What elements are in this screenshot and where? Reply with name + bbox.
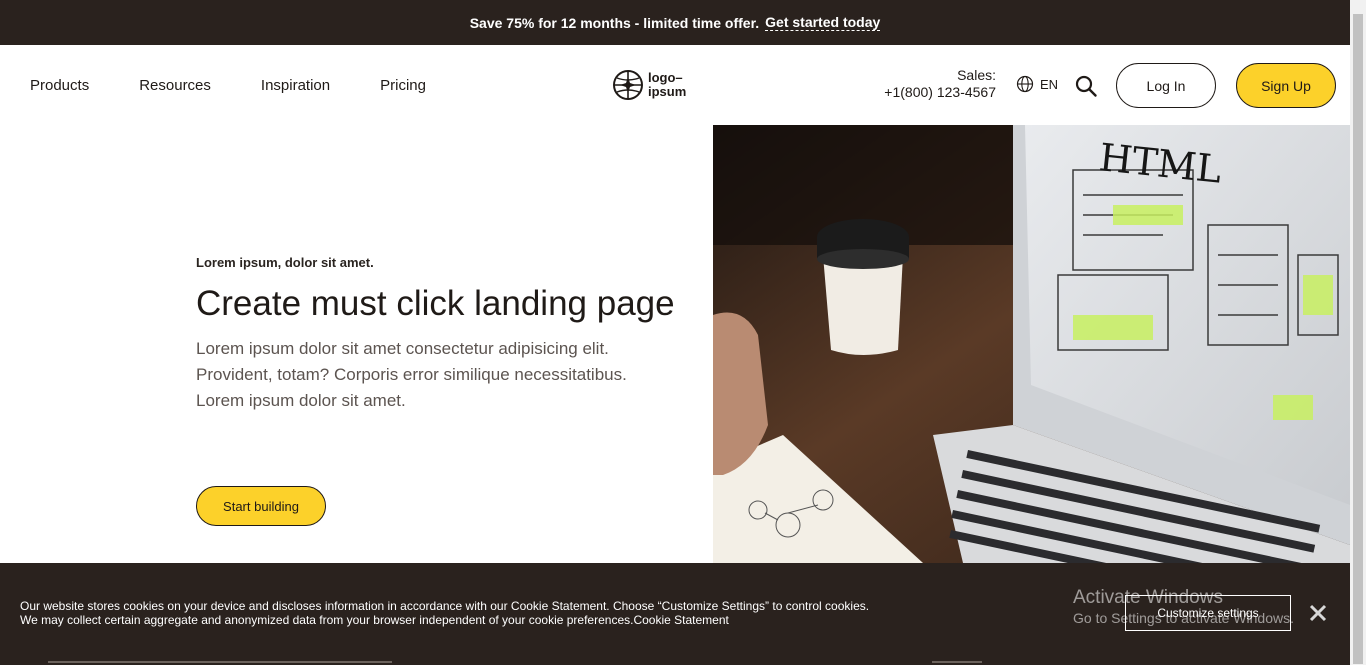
- search-icon: [1075, 75, 1097, 97]
- close-icon: [1309, 604, 1327, 622]
- cookie-divider-left: [48, 661, 392, 663]
- logo[interactable]: logo– ipsum: [612, 69, 694, 101]
- main-navigation: Products Resources Inspiration Pricing l…: [0, 45, 1350, 125]
- promo-text: Save 75% for 12 months - limited time of…: [469, 14, 760, 31]
- hero-description: Lorem ipsum dolor sit amet consectetur a…: [196, 339, 627, 410]
- nav-item-resources[interactable]: Resources: [139, 77, 211, 94]
- language-selector[interactable]: EN: [1016, 75, 1058, 93]
- sales-label: Sales:: [957, 67, 996, 83]
- cookie-banner: Our website stores cookies on your devic…: [0, 563, 1350, 665]
- cookie-message-line2[interactable]: We may collect certain aggregate and ano…: [20, 613, 920, 627]
- globe-icon: [1016, 75, 1034, 93]
- cookie-divider-right: [932, 661, 982, 663]
- signup-button[interactable]: Sign Up: [1236, 63, 1336, 108]
- scrollbar-thumb[interactable]: [1353, 14, 1363, 664]
- sales-contact: Sales: +1(800) 123-4567: [860, 67, 996, 101]
- logo-text-line1: logo–: [648, 70, 683, 85]
- hero-content: Lorem ipsum, dolor sit amet. Create must…: [196, 255, 676, 414]
- cookie-message-line1: Our website stores cookies on your devic…: [20, 599, 870, 613]
- language-label: EN: [1040, 76, 1059, 92]
- customize-settings-button[interactable]: Customize settings: [1125, 595, 1291, 631]
- nav-item-pricing[interactable]: Pricing: [380, 77, 426, 94]
- laptop-workspace-illustration: HTML: [713, 125, 1350, 563]
- page-scrollbar[interactable]: [1350, 0, 1366, 665]
- sales-phone[interactable]: +1(800) 123-4567: [860, 84, 996, 101]
- logo-text-line2: ipsum: [648, 84, 687, 99]
- globe-logo-icon: [613, 70, 643, 100]
- cookie-close-button[interactable]: [1306, 601, 1330, 625]
- promo-bar: Save 75% for 12 months - limited time of…: [0, 0, 1350, 45]
- hero-image: HTML: [713, 125, 1350, 563]
- nav-menu: Products Resources Inspiration Pricing: [30, 45, 476, 125]
- hero-title: Create must click landing page: [196, 284, 675, 323]
- nav-item-inspiration[interactable]: Inspiration: [261, 77, 330, 94]
- nav-item-products[interactable]: Products: [30, 77, 89, 94]
- cookie-message: Our website stores cookies on your devic…: [20, 599, 920, 627]
- logo-text: logo– ipsum: [648, 71, 694, 99]
- hero-eyebrow: Lorem ipsum, dolor sit amet.: [196, 255, 374, 270]
- search-button[interactable]: [1074, 74, 1098, 98]
- start-building-button[interactable]: Start building: [196, 486, 326, 526]
- login-button[interactable]: Log In: [1116, 63, 1216, 108]
- promo-link[interactable]: Get started today: [765, 14, 881, 31]
